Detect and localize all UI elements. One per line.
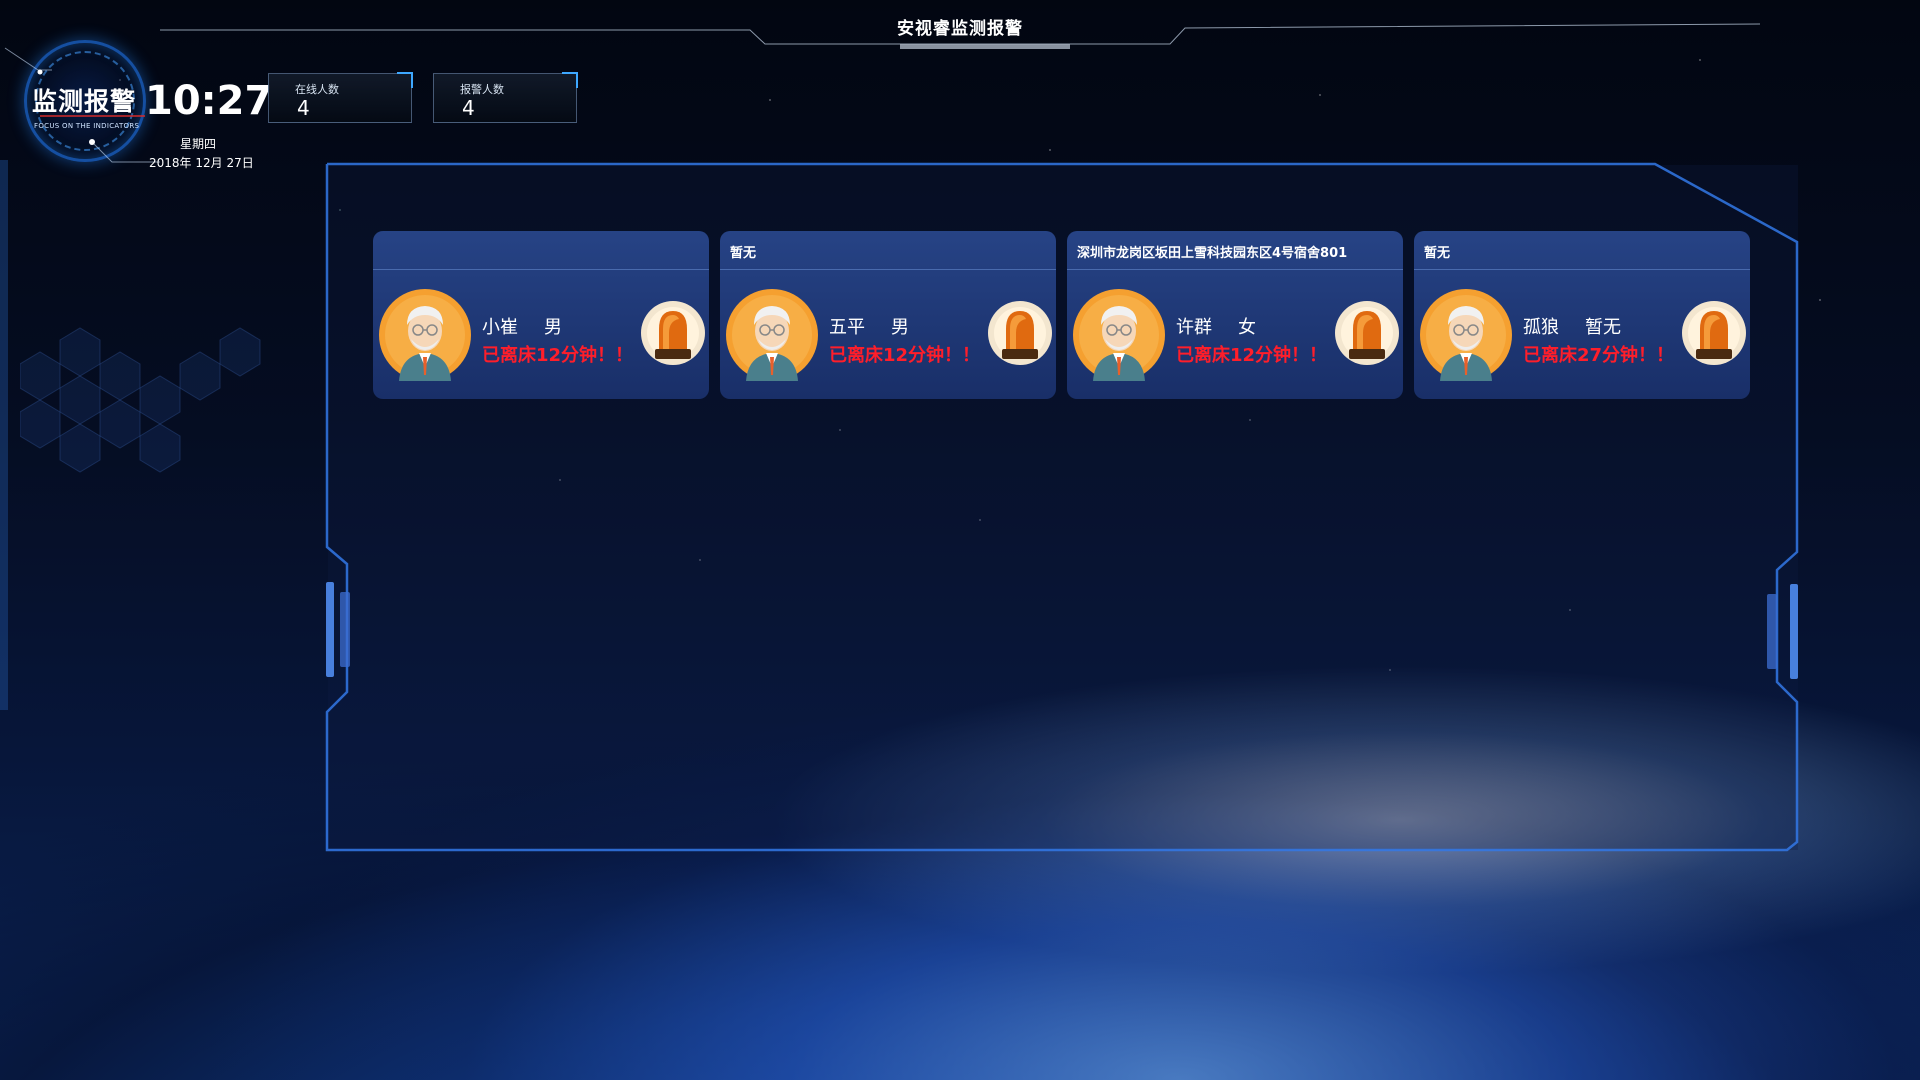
- corner-accent: [397, 72, 413, 88]
- card-name: 孤狼: [1523, 317, 1559, 338]
- card-gender: 暂无: [1585, 317, 1621, 338]
- clock-time: 10:27: [145, 78, 273, 124]
- card-divider: [720, 269, 1056, 270]
- alarm-lamp-icon: [641, 301, 705, 365]
- online-count-label: 在线人数: [295, 83, 339, 96]
- card-address: 暂无: [730, 246, 757, 261]
- card-address: 深圳市龙岗区坂田上雪科技园东区4号宿舍801: [1077, 246, 1348, 261]
- page-title: 安视睿监测报警: [897, 19, 1023, 39]
- elder-avatar-icon: [379, 289, 471, 381]
- alarm-count-value: 4: [462, 96, 475, 120]
- card-name-line: 五平 男: [829, 313, 935, 339]
- card-name: 五平: [829, 317, 865, 338]
- logo-subtitle: FOCUS ON THE INDICATORS: [34, 122, 140, 130]
- clock-date: 2018年 12月 27日: [149, 156, 254, 170]
- alarm-card[interactable]: 小崔 男 已离床12分钟！！: [373, 231, 709, 399]
- card-alarm-text: 已离床27分钟！！: [1523, 345, 1675, 366]
- logo-title: 监测报警: [32, 87, 137, 116]
- alarm-card[interactable]: 深圳市龙岗区坂田上雪科技园东区4号宿舍801 许群 女 已离床12分钟！！: [1067, 231, 1403, 399]
- alarm-card[interactable]: 暂无 孤狼 暂无 已离床27分钟！！: [1414, 231, 1750, 399]
- card-gender: 男: [891, 317, 909, 338]
- corner-accent: [562, 72, 578, 88]
- alarm-lamp-icon: [1682, 301, 1746, 365]
- card-divider: [1414, 269, 1750, 270]
- elder-avatar-icon: [726, 289, 818, 381]
- card-name: 许群: [1176, 317, 1212, 338]
- card-divider: [373, 269, 709, 270]
- left-edge-decoration: [0, 160, 8, 710]
- alarm-lamp-icon: [988, 301, 1052, 365]
- hexagon-pattern-decoration: [20, 327, 261, 473]
- online-count-value: 4: [297, 96, 310, 120]
- clock-weekday: 星期四: [180, 137, 217, 151]
- card-name-line: 小崔 男: [482, 313, 588, 339]
- card-divider: [1067, 269, 1403, 270]
- alarm-card[interactable]: 暂无 五平 男 已离床12分钟！！: [720, 231, 1056, 399]
- alarm-count-label: 报警人数: [460, 83, 504, 96]
- card-alarm-text: 已离床12分钟！！: [829, 345, 981, 366]
- elder-avatar-icon: [1420, 289, 1512, 381]
- card-gender: 女: [1238, 317, 1256, 338]
- card-alarm-text: 已离床12分钟！！: [482, 345, 634, 366]
- card-name-line: 许群 女: [1176, 313, 1282, 339]
- card-address: 暂无: [1424, 246, 1451, 261]
- card-name-line: 孤狼 暂无: [1523, 313, 1647, 339]
- alarm-count-panel: 报警人数 4: [433, 72, 578, 123]
- alarm-lamp-icon: [1335, 301, 1399, 365]
- card-alarm-text: 已离床12分钟！！: [1176, 345, 1328, 366]
- online-count-panel: 在线人数 4: [268, 72, 413, 123]
- elder-avatar-icon: [1073, 289, 1165, 381]
- card-gender: 男: [544, 317, 562, 338]
- card-name: 小崔: [482, 317, 518, 338]
